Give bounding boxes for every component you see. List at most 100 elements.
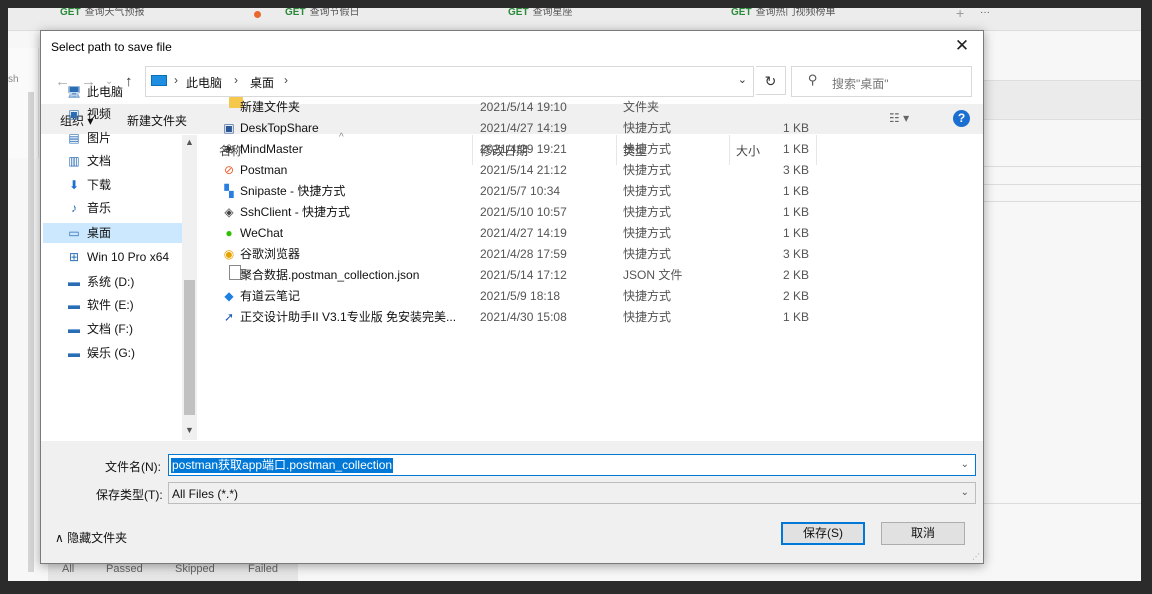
file-size: 1 KB (782, 184, 809, 198)
sidebar-item[interactable]: ⬇ 下载 (66, 175, 184, 195)
breadcrumb-desktop[interactable]: 桌面 (250, 74, 274, 91)
sidebar-item-label: Win 10 Pro x64 (87, 250, 170, 264)
file-date: 2021/5/14 17:12 (480, 268, 567, 282)
file-row[interactable]: ➚ 正交设计助手II V3.1专业版 免安装完美... 2021/4/30 15:0… (211, 307, 861, 328)
file-row[interactable]: ▣ DeskTopShare 2021/4/27 14:19 快捷方式 1 KB (211, 118, 861, 139)
tab-more-button[interactable]: ··· (980, 8, 990, 30)
file-row[interactable]: ❀ MindMaster 2021/4/29 19:21 快捷方式 1 KB (211, 139, 861, 160)
file-row[interactable]: ⊘ Postman 2021/5/14 21:12 快捷方式 3 KB (211, 160, 861, 181)
save-button[interactable]: 保存(S) (781, 522, 865, 545)
address-dropdown-chevron-icon[interactable]: ⌄ (738, 73, 747, 86)
scroll-up-icon[interactable]: ▲ (185, 137, 194, 147)
address-bar[interactable]: › 此电脑 › 桌面 › ⌄ (145, 66, 754, 97)
sidebar-scrollbar[interactable] (28, 92, 34, 572)
file-type: 文件夹 (623, 100, 660, 114)
document-icon: ▥ (68, 154, 80, 168)
unsaved-dot-icon (254, 11, 261, 18)
filename-label: 文件名(N): (105, 460, 161, 474)
request-tab[interactable]: GET 查询热门视频榜单 (731, 8, 836, 30)
result-tab-failed[interactable]: Failed (248, 563, 278, 575)
sidebar-item-label: 桌面 (87, 226, 112, 240)
scrollbar-thumb[interactable] (184, 280, 195, 415)
desktopshare-icon: ▣ (223, 121, 235, 135)
file-date: 2021/5/14 19:10 (480, 100, 567, 114)
video-icon: ▣ (68, 107, 80, 121)
file-date: 2021/4/27 14:19 (480, 226, 567, 240)
file-row[interactable]: ◈ SshClient - 快捷方式 2021/5/10 10:57 快捷方式 1 KB (211, 202, 861, 223)
file-row[interactable]: ● WeChat 2021/4/27 14:19 快捷方式 1 KB (211, 223, 861, 244)
cancel-button[interactable]: 取消 (881, 522, 965, 545)
chevron-down-icon[interactable]: ⌄ (961, 487, 969, 498)
file-date: 2021/4/28 17:59 (480, 247, 567, 261)
sshclient-icon: ◈ (224, 205, 234, 219)
drive-icon: ▬ (68, 275, 80, 289)
sidebar-item[interactable]: ▬ 软件 (E:) (66, 295, 184, 315)
sidebar-item-label: 音乐 (87, 201, 112, 215)
result-tab-skipped[interactable]: Skipped (175, 563, 215, 575)
file-type: 快捷方式 (623, 121, 672, 135)
file-type: 快捷方式 (623, 163, 672, 177)
filetype-label: 保存类型(T): (96, 488, 163, 502)
file-type: 快捷方式 (623, 226, 672, 240)
sidebar-item[interactable]: ▬ 娱乐 (G:) (66, 343, 184, 363)
filetype-select[interactable]: All Files (*.*) ⌄ (168, 482, 976, 504)
request-tab[interactable]: GET 查询星座 (508, 8, 573, 30)
mindmaster-icon: ❀ (223, 142, 235, 156)
sidebar-item[interactable]: ▥ 文档 (66, 151, 184, 171)
file-row[interactable]: ▚ Snipaste - 快捷方式 2021/5/7 10:34 快捷方式 1 KB (211, 181, 861, 202)
breadcrumb-this-pc[interactable]: 此电脑 (186, 74, 222, 91)
search-placeholder: 搜索"桌面" (832, 77, 889, 91)
file-size: 3 KB (782, 247, 809, 261)
new-tab-button[interactable]: + (956, 8, 964, 30)
resize-grip-icon[interactable]: ⋰ (972, 552, 980, 561)
file-date: 2021/5/9 18:18 (480, 289, 561, 303)
refresh-icon[interactable]: ↻ (756, 66, 786, 95)
sidebar-text: sh (8, 74, 19, 85)
close-icon[interactable]: ✕ (949, 35, 975, 57)
scroll-down-icon[interactable]: ▼ (185, 425, 194, 435)
sidebar-item-label: 下载 (87, 178, 112, 192)
music-icon: ♪ (71, 201, 77, 215)
sidebar-item[interactable]: ▭ 桌面 (43, 223, 184, 243)
hide-folders-toggle[interactable]: ∧ 隐藏文件夹 (55, 529, 127, 546)
search-input[interactable]: ⚲ 搜索"桌面" (791, 66, 972, 97)
youdao-note-icon: ◆ (224, 289, 234, 303)
file-type: 快捷方式 (623, 247, 672, 261)
sidebar-item[interactable]: ▤ 图片 (66, 128, 184, 148)
file-row[interactable]: ◉ 谷歌浏览器 2021/4/28 17:59 快捷方式 3 KB (211, 244, 861, 265)
snipaste-icon: ▚ (224, 184, 234, 198)
sidebar-item[interactable]: ♪ 音乐 (66, 198, 184, 218)
request-tab[interactable]: GET 查询天气预报 (60, 8, 145, 30)
sidebar-strip (8, 48, 39, 158)
filetype-value: All Files (*.*) (172, 487, 239, 501)
request-tab[interactable]: GET 查询节假日 (285, 8, 360, 30)
file-name: Snipaste - 快捷方式 (240, 184, 346, 198)
tab-label: 查询节假日 (309, 8, 360, 18)
view-options-icon[interactable]: ☷ ▾ (889, 111, 909, 125)
sidebar-item[interactable]: ⊞ Win 10 Pro x64 (66, 247, 184, 267)
sidebar-item[interactable]: 🖥 此电脑 (66, 82, 184, 102)
file-name: 新建文件夹 (240, 100, 301, 114)
sidebar-item[interactable]: ▬ 文档 (F:) (66, 319, 184, 339)
sidebar-item[interactable]: ▣ 视频 (66, 104, 184, 124)
search-icon: ⚲ (808, 72, 818, 87)
help-icon[interactable]: ? (953, 110, 970, 127)
file-name: 谷歌浏览器 (240, 247, 301, 261)
network-drive-icon: ⊞ (68, 250, 80, 264)
result-tab-passed[interactable]: Passed (106, 563, 143, 575)
chevron-down-icon[interactable]: ⌄ (961, 459, 969, 470)
sidebar-item-label: 文档 (F:) (87, 322, 133, 336)
sidebar-item[interactable]: ▬ 系统 (D:) (66, 272, 184, 292)
file-size: 1 KB (782, 205, 809, 219)
filename-input[interactable]: postman获取app端口.postman_collection ⌄ (168, 454, 976, 476)
file-name: SshClient - 快捷方式 (240, 205, 351, 219)
file-row[interactable]: 聚合数据.postman_collection.json 2021/5/14 17… (211, 265, 861, 286)
divider (983, 503, 1141, 504)
file-name: 有道云笔记 (240, 289, 301, 303)
sidebar-item-label: 图片 (87, 131, 112, 145)
navigation-scrollbar[interactable]: ▲ ▼ (182, 135, 197, 440)
filename-value[interactable]: postman获取app端口.postman_collection (171, 458, 394, 473)
file-row[interactable]: ◆ 有道云笔记 2021/5/9 18:18 快捷方式 2 KB (211, 286, 861, 307)
file-row[interactable]: 新建文件夹 2021/5/14 19:10 文件夹 (211, 97, 861, 118)
result-tab-all[interactable]: All (62, 563, 74, 575)
